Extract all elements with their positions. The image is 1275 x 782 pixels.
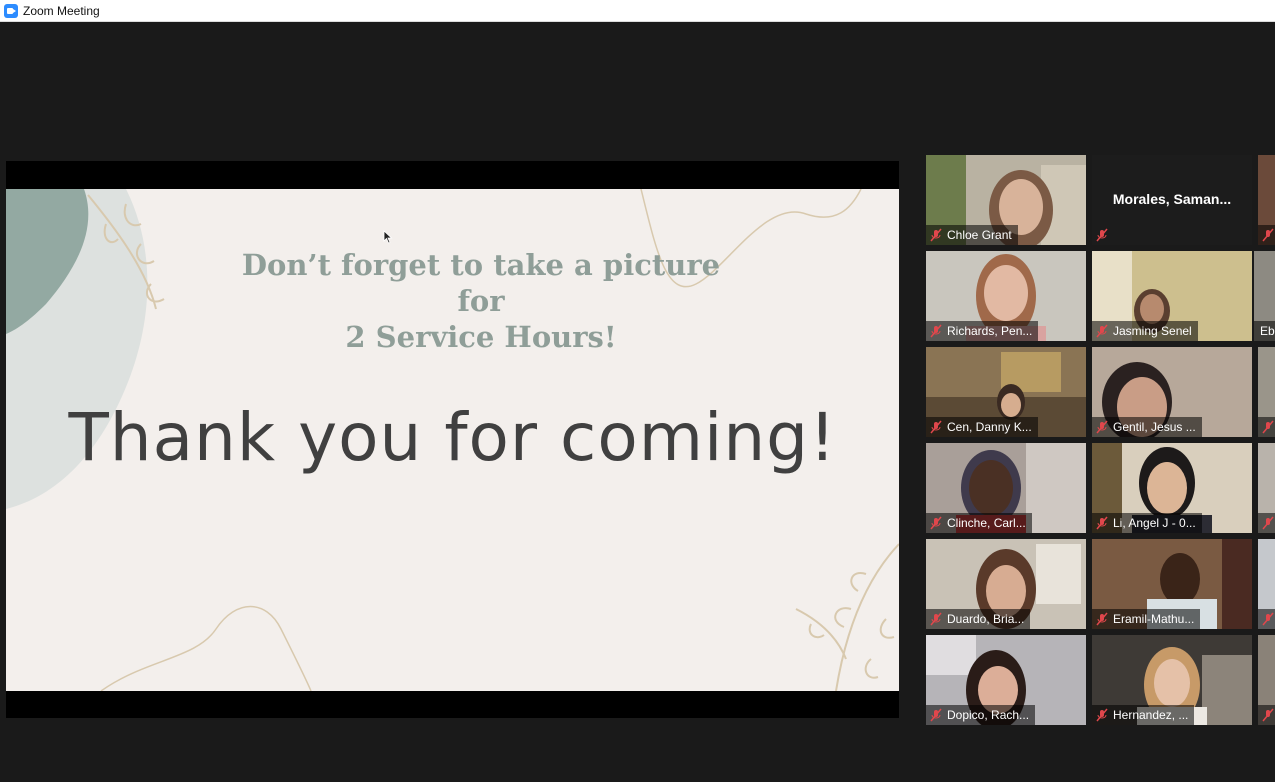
participant-tile-partial[interactable] <box>1258 155 1275 245</box>
participant-tile[interactable]: Clinche, Carl... <box>926 443 1086 533</box>
active-speaker-tile-partial[interactable]: Eb <box>1254 251 1275 341</box>
participant-name: Richards, Pen... <box>947 324 1033 338</box>
muted-mic-icon <box>930 612 942 626</box>
muted-mic-icon <box>1096 420 1108 434</box>
participant-tile[interactable]: Cen, Danny K... <box>926 347 1086 437</box>
muted-mic-icon <box>1262 420 1274 434</box>
muted-mic-icon <box>1262 708 1274 722</box>
participant-tile[interactable]: Duardo, Bria... <box>926 539 1086 629</box>
participant-name: Li, Angel J - 0... <box>1113 516 1196 530</box>
participant-name: Chloe Grant <box>947 228 1012 242</box>
muted-mic-icon <box>1096 324 1108 338</box>
participant-tile[interactable]: Richards, Pen... <box>926 251 1086 341</box>
muted-mic-icon <box>930 420 942 434</box>
participant-label <box>1258 609 1275 629</box>
window-title: Zoom Meeting <box>23 3 100 18</box>
participant-label: Li, Angel J - 0... <box>1092 513 1202 533</box>
participant-tile[interactable]: Morales, Saman... <box>1092 155 1252 245</box>
muted-mic-icon <box>1096 228 1108 242</box>
participant-name: Jasming Senel <box>1113 324 1192 338</box>
muted-mic-icon <box>930 228 942 242</box>
participant-name: Cen, Danny K... <box>947 420 1032 434</box>
muted-mic-icon <box>1262 612 1274 626</box>
slide-main-text: Thank you for coming! <box>68 399 837 476</box>
participant-tile[interactable]: Chloe Grant <box>926 155 1086 245</box>
participant-label: Chloe Grant <box>926 225 1018 245</box>
participant-tile[interactable]: Gentil, Jesus ... <box>1092 347 1252 437</box>
slide-headline: Don’t forget to take a picture for 2 Ser… <box>216 247 746 355</box>
headline-line-2: 2 Service Hours! <box>345 320 617 354</box>
participant-label: Jasming Senel <box>1092 321 1198 341</box>
participant-name: Clinche, Carl... <box>947 516 1026 530</box>
participant-label: Gentil, Jesus ... <box>1092 417 1202 437</box>
muted-mic-icon <box>930 324 942 338</box>
participant-label: Richards, Pen... <box>926 321 1039 341</box>
participant-tile-partial[interactable] <box>1258 443 1275 533</box>
muted-mic-icon <box>930 516 942 530</box>
participant-label: Cen, Danny K... <box>926 417 1038 437</box>
muted-mic-icon <box>1262 228 1274 242</box>
muted-mic-icon <box>1262 516 1274 530</box>
headline-line-1: Don’t forget to take a picture for <box>241 248 721 318</box>
participant-name: Hernandez, ... <box>1113 708 1189 722</box>
window-titlebar: Zoom Meeting <box>0 0 1275 22</box>
participant-tile-partial[interactable] <box>1258 539 1275 629</box>
participant-name: Gentil, Jesus ... <box>1113 420 1196 434</box>
presentation-slide: Don’t forget to take a picture for 2 Ser… <box>6 189 899 691</box>
participant-label: Dopico, Rach... <box>926 705 1036 725</box>
participant-tile-partial[interactable] <box>1258 347 1275 437</box>
zoom-camera-icon <box>4 3 18 18</box>
participant-name: Eramil-Mathu... <box>1113 612 1195 626</box>
participant-label: Eramil-Mathu... <box>1092 609 1201 629</box>
muted-mic-icon <box>930 708 942 722</box>
participant-label <box>1258 705 1275 725</box>
participant-tile[interactable]: Jasming Senel <box>1092 251 1252 341</box>
muted-mic-icon <box>1096 516 1108 530</box>
participant-name: Dopico, Rach... <box>947 708 1030 722</box>
participant-label: Hernandez, ... <box>1092 705 1195 725</box>
participant-name: Duardo, Bria... <box>947 612 1025 626</box>
participant-label <box>1258 417 1275 437</box>
participant-tile[interactable]: Dopico, Rach... <box>926 635 1086 725</box>
participant-label: Clinche, Carl... <box>926 513 1032 533</box>
participant-label: Duardo, Bria... <box>926 609 1031 629</box>
shared-screen: Don’t forget to take a picture for 2 Ser… <box>6 161 899 718</box>
mouse-cursor-icon <box>383 230 393 244</box>
participant-tile-partial[interactable] <box>1258 635 1275 725</box>
participant-name-placeholder: Morales, Saman... <box>1112 191 1232 207</box>
participant-tile[interactable]: Hernandez, ... <box>1092 635 1252 725</box>
muted-mic-icon <box>1096 708 1108 722</box>
participant-tile[interactable]: Li, Angel J - 0... <box>1092 443 1252 533</box>
muted-mic-icon <box>1096 612 1108 626</box>
participant-label <box>1258 225 1275 245</box>
participant-tile[interactable]: Eramil-Mathu... <box>1092 539 1252 629</box>
participant-label: Eb <box>1254 321 1275 341</box>
participant-label <box>1258 513 1275 533</box>
participant-name: Eb <box>1260 324 1275 338</box>
participant-label <box>1092 225 1115 245</box>
